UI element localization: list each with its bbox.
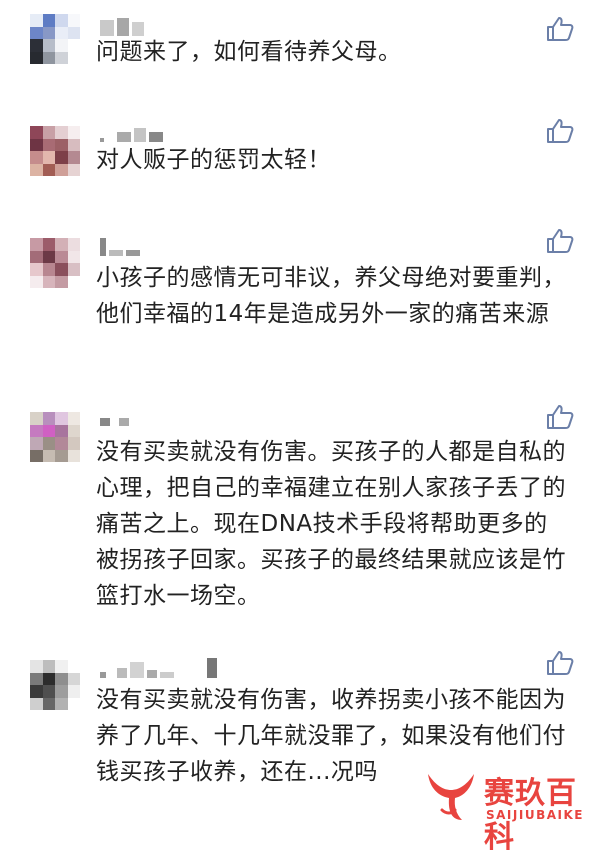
avatar[interactable] xyxy=(30,238,80,288)
username-censored[interactable] xyxy=(100,122,163,142)
thumbs-up-icon[interactable] xyxy=(546,118,574,144)
comment-text: 小孩子的感情无可非议，养父母绝对要重判，他们幸福的14年是造成另外一家的痛苦来源 xyxy=(96,265,566,327)
username-censored[interactable] xyxy=(100,236,140,256)
thumbs-up-icon[interactable] xyxy=(546,404,574,430)
comment-item: 没有买卖就没有伤害。买孩子的人都是自私的心理，把自己的幸福建立在别人家孩子丢了的… xyxy=(0,404,600,614)
avatar[interactable] xyxy=(30,412,80,462)
thumbs-up-icon[interactable] xyxy=(546,16,574,42)
whale-tail-logo xyxy=(428,774,474,820)
comment-text: 没有买卖就没有伤害。买孩子的人都是自私的心理，把自己的幸福建立在别人家孩子丢了的… xyxy=(96,439,566,609)
comment-item: 对人贩子的惩罚太轻！ xyxy=(0,118,600,198)
username-censored[interactable] xyxy=(100,16,144,36)
watermark: 赛玖百科 SAIJIUBAIKE xyxy=(418,760,594,855)
comment-item: 问题来了，如何看待养父母。 xyxy=(0,10,600,80)
username-censored[interactable] xyxy=(100,406,129,426)
comment-text: 问题来了，如何看待养父母。 xyxy=(96,39,402,65)
thumbs-up-icon[interactable] xyxy=(546,650,574,676)
thumbs-up-icon[interactable] xyxy=(546,228,574,254)
avatar[interactable] xyxy=(30,660,80,710)
username-censored[interactable] xyxy=(100,658,217,678)
avatar[interactable] xyxy=(30,126,80,176)
comment-text: 对人贩子的惩罚太轻！ xyxy=(96,147,331,173)
comment-item: 小孩子的感情无可非议，养父母绝对要重判，他们幸福的14年是造成另外一家的痛苦来源 xyxy=(0,228,600,368)
watermark-subtitle: SAIJIUBAIKE xyxy=(486,808,584,822)
avatar[interactable] xyxy=(30,14,80,64)
